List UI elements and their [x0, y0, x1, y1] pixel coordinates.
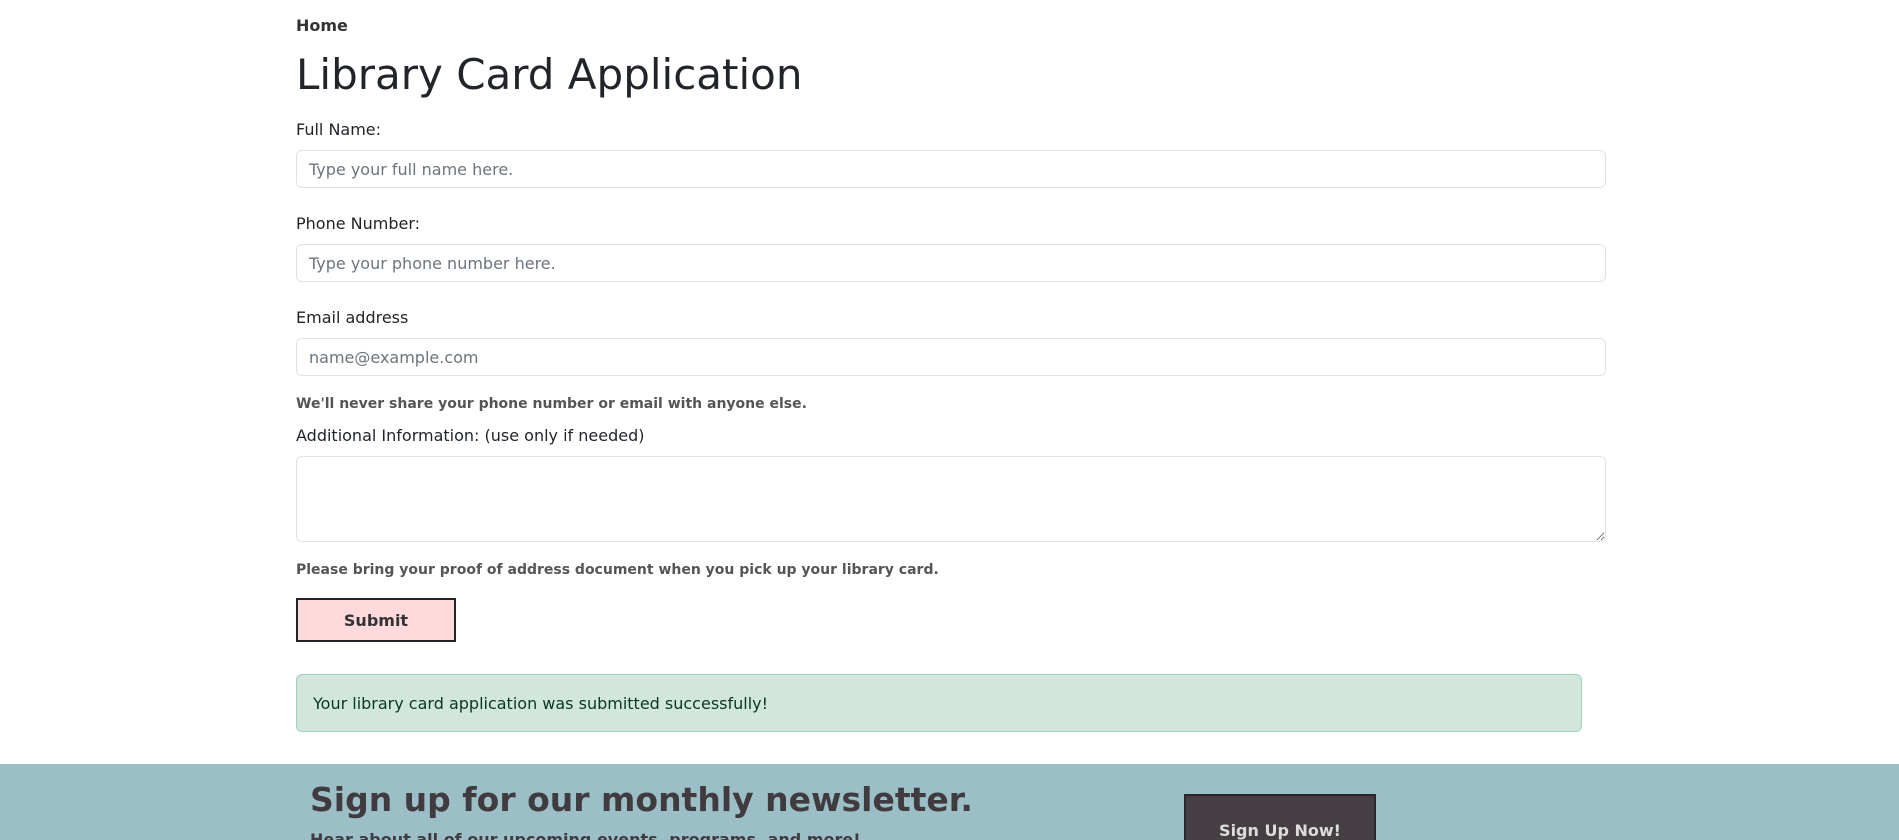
phone-number-input[interactable]: [296, 244, 1606, 282]
full-name-input[interactable]: [296, 150, 1606, 188]
full-name-label: Full Name:: [296, 120, 382, 139]
submit-button[interactable]: Submit: [296, 598, 456, 642]
additional-info-label: Additional Information: (use only if nee…: [296, 426, 645, 445]
success-alert: Your library card application was submit…: [296, 674, 1582, 732]
success-alert-message: Your library card application was submit…: [313, 693, 769, 713]
privacy-help-text: We'll never share your phone number or e…: [296, 396, 807, 412]
additional-info-textarea[interactable]: [296, 456, 1606, 542]
sign-up-button[interactable]: Sign Up Now!: [1184, 794, 1376, 840]
proof-of-address-help-text: Please bring your proof of address docum…: [296, 562, 939, 578]
newsletter-title: Sign up for our monthly newsletter.: [310, 780, 973, 819]
email-input[interactable]: [296, 338, 1606, 376]
email-label: Email address: [296, 308, 409, 327]
newsletter-section: Sign up for our monthly newsletter. Hear…: [0, 764, 1899, 840]
page-title: Library Card Application: [296, 50, 803, 99]
newsletter-subtitle: Hear about all of our upcoming events, p…: [310, 830, 861, 840]
phone-number-label: Phone Number:: [296, 214, 421, 233]
home-link[interactable]: Home: [296, 16, 348, 35]
